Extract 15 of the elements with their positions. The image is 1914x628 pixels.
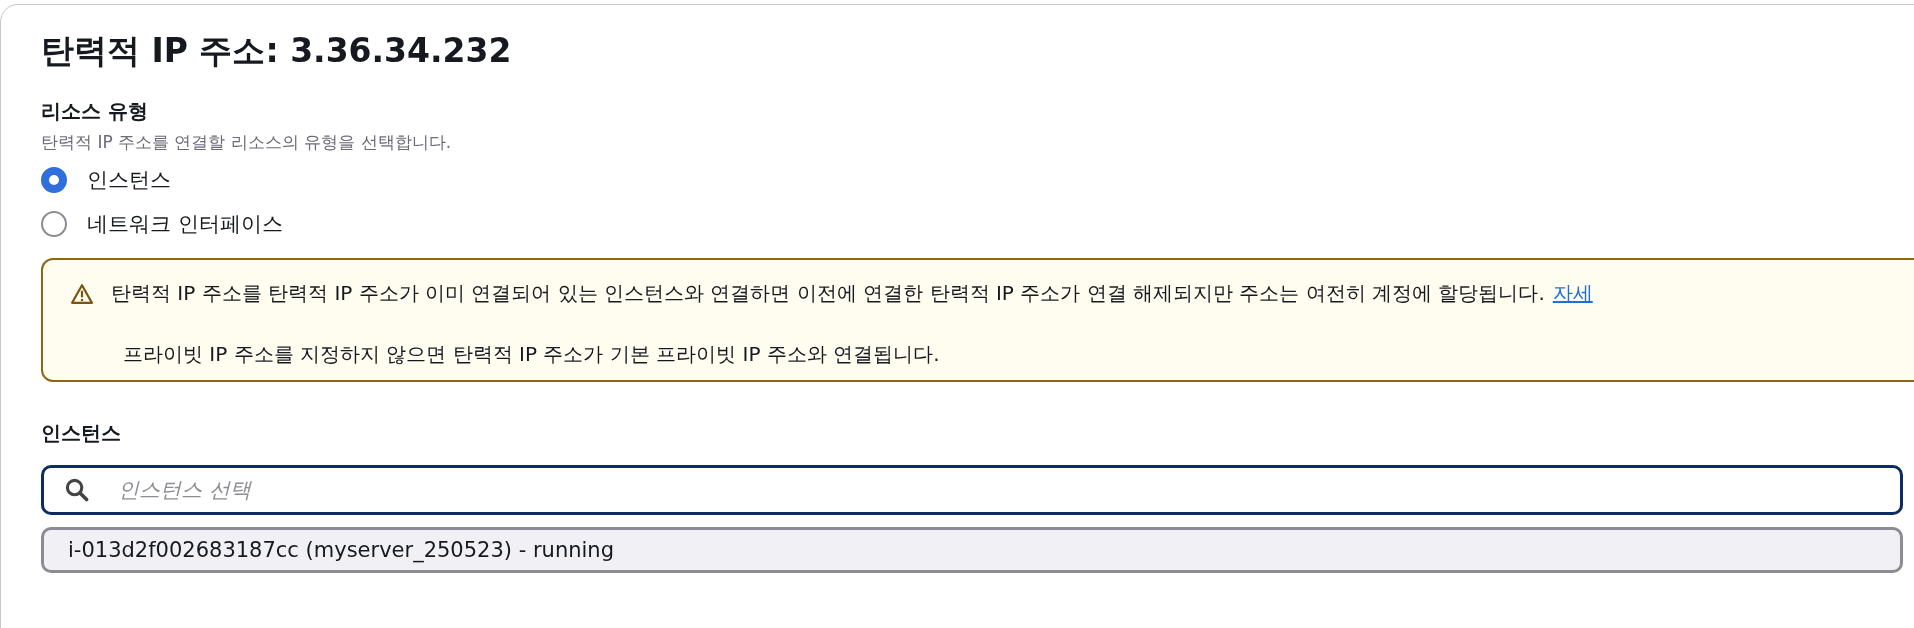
dropdown-option[interactable]: i-013d2f002683187cc (myserver_250523) - running <box>41 527 1903 573</box>
warning-message: 탄력적 IP 주소를 탄력적 IP 주소가 이미 연결되어 있는 인스턴스와 연결하면 이전에 연결한 탄력적 IP 주소가 연결 해제되지만 주소는 여전히 계정에 할당됩니다. <box>111 280 1545 307</box>
page-title: 탄력적 IP 주소: 3.36.34.232 <box>41 30 513 72</box>
field-description: 탄력적 IP 주소를 연결할 리소스의 유형을 선택합니다. <box>41 131 453 154</box>
instance-search-field[interactable]: 인스턴스 선택 <box>41 465 1903 515</box>
radio-button[interactable] <box>41 167 67 193</box>
warning-icon <box>71 282 93 305</box>
field-label: 리소스 유형 <box>41 98 149 125</box>
learn-more-link[interactable]: 자세 <box>1552 280 1593 307</box>
field-label: 인스턴스 <box>41 420 122 447</box>
warning-note: 프라이빗 IP 주소를 지정하지 않으면 탄력적 IP 주소가 기본 프라이빗 IP 주소와 연결됩니다. <box>123 341 941 368</box>
radio-button[interactable] <box>41 211 67 237</box>
radio-label[interactable]: 네트워크 인터페이스 <box>87 210 283 238</box>
radio-label[interactable]: 인스턴스 <box>87 166 171 194</box>
search-icon <box>65 478 89 502</box>
